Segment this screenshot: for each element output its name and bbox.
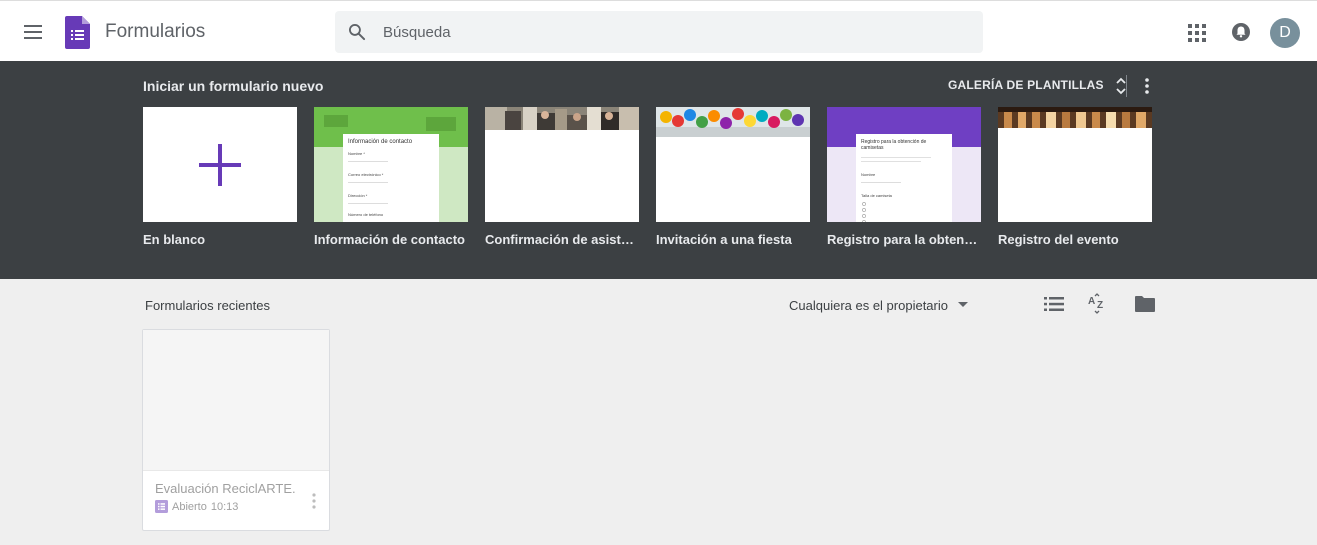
menu-line	[24, 31, 42, 33]
form-meta: Abierto 10:13	[155, 500, 238, 514]
svg-text:A: A	[1088, 296, 1095, 307]
form-time: 10:13	[210, 501, 239, 513]
thumbnail-photo-banner	[485, 107, 639, 130]
template-tshirt-signup[interactable]: Registro para la obtención de camisetas …	[827, 107, 981, 247]
form-more-options-icon[interactable]	[310, 492, 318, 510]
template-label: Registro para la obtención de camisetas	[827, 232, 981, 247]
menu-line	[24, 37, 42, 39]
preview-field: Nombre	[861, 172, 876, 177]
search-icon[interactable]	[347, 22, 367, 42]
forms-logo-icon[interactable]	[65, 16, 90, 49]
template-party-invite[interactable]: Invitación a una fiesta	[656, 107, 810, 247]
sort-az-icon[interactable]: A Z	[1087, 293, 1109, 315]
form-preview-thumbnail	[143, 330, 329, 471]
template-gallery-label: GALERÍA DE PLANTILLAS	[948, 78, 1104, 92]
preview-field: Correo electrónico *	[348, 172, 384, 177]
main-menu-button[interactable]	[20, 20, 46, 44]
thumbnail-decor	[324, 115, 348, 127]
preview-radio-options	[862, 202, 866, 222]
template-blank[interactable]: En blanco	[143, 107, 297, 247]
account-avatar[interactable]: D	[1270, 18, 1300, 48]
template-thumbnail	[656, 107, 810, 222]
divider	[1126, 75, 1127, 97]
more-options-icon[interactable]	[1139, 75, 1155, 97]
owner-filter-label: Cualquiera es el propietario	[789, 298, 948, 313]
balloons-banner	[656, 107, 810, 137]
preview-field-line	[348, 182, 388, 183]
app-title[interactable]: Formularios	[105, 21, 205, 43]
template-event-registration[interactable]: Registro del evento	[998, 107, 1152, 247]
preview-field: Talla de camiseta	[861, 193, 892, 198]
template-label: Invitación a una fiesta	[656, 232, 792, 247]
preview-form-title: Registro para la obtención de camisetas	[861, 139, 927, 151]
top-app-bar: Formularios D	[0, 0, 1317, 61]
thumbnail-form-card: Registro para la obtención de camisetas …	[856, 134, 952, 222]
template-label: En blanco	[143, 232, 206, 247]
template-label: Información de contacto	[314, 232, 465, 247]
template-thumbnail: Registro para la obtención de camisetas …	[827, 107, 981, 222]
template-label: Registro del evento	[998, 232, 1119, 247]
template-thumbnail	[485, 107, 639, 222]
preview-field-line	[861, 182, 901, 183]
search-input[interactable]	[383, 11, 963, 53]
template-contact-info[interactable]: Información de contacto Nombre * Correo …	[314, 107, 468, 247]
form-name: Evaluación ReciclARTE.	[155, 481, 296, 496]
preview-field-line	[348, 161, 388, 162]
form-status: Abierto	[172, 501, 207, 513]
preview-field: Nombre *	[348, 151, 365, 156]
plus-icon	[199, 144, 241, 186]
search-bar[interactable]	[335, 11, 983, 53]
template-thumbnail	[143, 107, 297, 222]
preview-field: Dirección *	[348, 193, 368, 198]
template-thumbnail	[998, 107, 1152, 222]
thumbnail-form-card: Información de contacto Nombre * Correo …	[343, 134, 439, 222]
recent-forms-heading: Formularios recientes	[145, 298, 270, 313]
apps-grid-icon[interactable]	[1188, 24, 1206, 42]
preview-field: Número de teléfono	[348, 212, 384, 217]
recent-form-card[interactable]: Evaluación ReciclARTE. Abierto 10:13	[142, 329, 330, 531]
forms-doc-icon	[155, 500, 168, 513]
thumbnail-photo-banner	[998, 107, 1152, 128]
notifications-icon[interactable]	[1231, 22, 1251, 42]
template-gallery-button[interactable]: GALERÍA DE PLANTILLAS	[948, 74, 1128, 100]
owner-filter-dropdown[interactable]: Cualquiera es el propietario	[789, 298, 968, 313]
start-new-form-heading: Iniciar un formulario nuevo	[143, 78, 324, 94]
thumbnail-decor	[426, 117, 456, 131]
list-view-icon[interactable]	[1044, 296, 1064, 312]
template-label: Confirmación de asistencia	[485, 232, 639, 247]
menu-line	[24, 25, 42, 27]
template-rsvp[interactable]: Confirmación de asistencia	[485, 107, 639, 247]
preview-description-line	[861, 157, 931, 158]
template-gallery-band: Iniciar un formulario nuevo GALERÍA DE P…	[0, 61, 1317, 279]
preview-form-title: Información de contacto	[348, 139, 413, 145]
folder-icon[interactable]	[1134, 295, 1156, 313]
svg-text:Z: Z	[1097, 300, 1103, 311]
preview-field-line	[348, 203, 388, 204]
dropdown-arrow-icon	[957, 302, 968, 307]
preview-description-line	[861, 161, 921, 162]
template-thumbnail: Información de contacto Nombre * Correo …	[314, 107, 468, 222]
